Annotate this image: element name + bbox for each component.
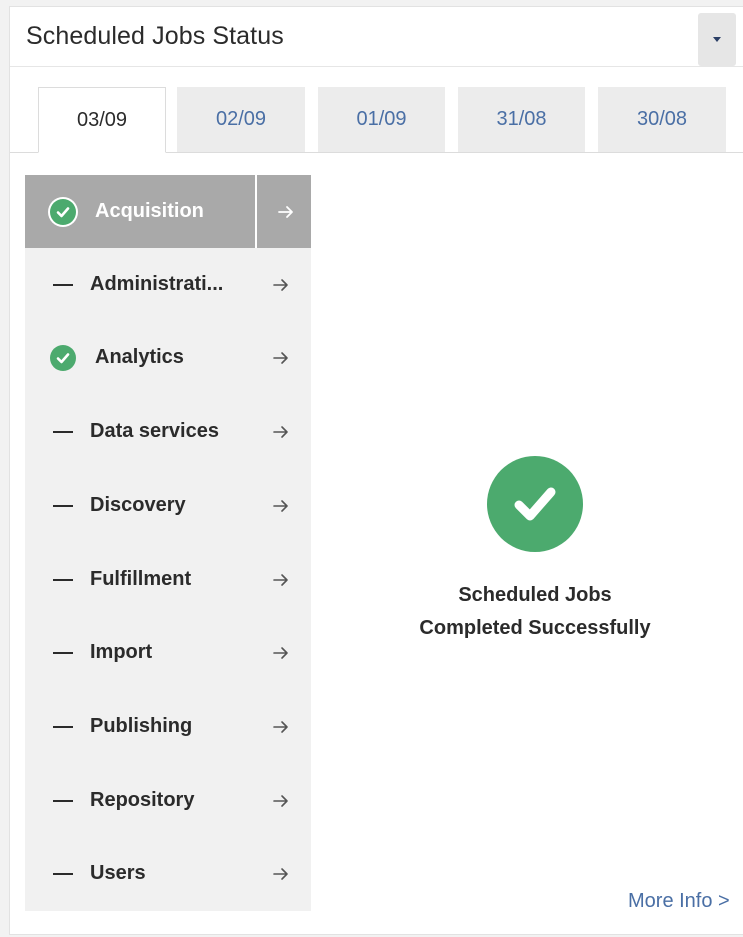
sidebar-item-label: Acquisition	[95, 200, 204, 222]
sidebar-item-administration[interactable]: Administrati...	[25, 248, 311, 321]
arrow-right-icon	[278, 205, 293, 218]
more-info-link[interactable]: More Info >	[628, 890, 730, 913]
status-message: Scheduled Jobs Completed Successfully	[311, 579, 743, 645]
status-none	[49, 492, 77, 520]
status-none	[49, 639, 77, 667]
sidebar-item-fulfillment[interactable]: Fulfillment	[25, 543, 311, 616]
sidebar-item-label: Publishing	[90, 715, 193, 737]
sidebar-item-label: Import	[90, 641, 153, 663]
check-circle-icon	[487, 456, 583, 552]
tab-30-08[interactable]: 30/08	[598, 87, 726, 152]
status-success	[49, 344, 77, 372]
tab-02-09[interactable]: 02/09	[177, 87, 305, 152]
tab-31-08[interactable]: 31/08	[458, 87, 585, 152]
status-message-line1: Scheduled Jobs	[458, 584, 612, 606]
sidebar-item-label: Discovery	[90, 494, 186, 516]
sidebar-item-data-services[interactable]: Data services	[25, 395, 311, 468]
status-none	[49, 271, 77, 299]
status-none	[49, 860, 77, 888]
tab-03-09[interactable]: 03/09	[38, 87, 166, 153]
status-success	[49, 198, 77, 226]
sidebar-item-repository[interactable]: Repository	[25, 764, 311, 837]
arrow-right-icon	[273, 573, 288, 586]
sidebar-item-label: Administrati...	[90, 273, 224, 295]
dash-icon	[53, 651, 73, 654]
arrow-right-icon	[273, 425, 288, 438]
arrow-right-icon	[273, 278, 288, 291]
sidebar-item-users[interactable]: Users	[25, 837, 311, 910]
dash-icon	[53, 872, 73, 875]
dash-icon	[53, 799, 73, 802]
dash-icon	[53, 725, 73, 728]
arrow-right-icon	[273, 867, 288, 880]
sidebar-item-label: Analytics	[95, 346, 184, 368]
sidebar-item-label: Repository	[90, 789, 195, 811]
check-circle-icon	[50, 198, 76, 225]
arrow-right-icon	[273, 499, 288, 512]
status-none	[49, 566, 77, 594]
status-none	[49, 787, 77, 815]
sidebar-item-label: Fulfillment	[90, 568, 192, 590]
status-none	[49, 418, 77, 446]
sidebar-item-label: Data services	[90, 420, 219, 442]
job-category-list: Acquisition Administrati... Analytics Da…	[25, 175, 311, 911]
scheduled-jobs-widget: Scheduled Jobs Status 03/09 02/09 01/09 …	[9, 6, 743, 935]
arrow-right-icon	[273, 720, 288, 733]
arrow-right-icon	[273, 351, 288, 364]
arrow-right-icon	[273, 794, 288, 807]
tab-01-09[interactable]: 01/09	[318, 87, 445, 152]
job-status-panel: Scheduled Jobs Completed Successfully	[311, 153, 743, 913]
widget-menu-button[interactable]	[698, 13, 736, 66]
dash-icon	[53, 504, 73, 507]
sidebar-item-import[interactable]: Import	[25, 616, 311, 689]
widget-title: Scheduled Jobs Status	[26, 22, 284, 50]
sidebar-item-acquisition[interactable]: Acquisition	[25, 175, 311, 248]
sidebar-item-analytics[interactable]: Analytics	[25, 321, 311, 394]
sidebar-item-label: Users	[90, 862, 146, 884]
dash-icon	[53, 283, 73, 286]
status-message-line2: Completed Successfully	[419, 617, 651, 639]
sidebar-item-discovery[interactable]: Discovery	[25, 469, 311, 542]
widget-header: Scheduled Jobs Status	[10, 7, 743, 67]
sidebar-item-publishing[interactable]: Publishing	[25, 690, 311, 763]
status-none	[49, 713, 77, 741]
caret-down-icon	[713, 37, 721, 42]
arrow-right-icon	[273, 646, 288, 659]
date-tabs: 03/09 02/09 01/09 31/08 30/08	[10, 87, 743, 153]
check-circle-icon	[50, 344, 76, 371]
dash-icon	[53, 578, 73, 581]
dash-icon	[53, 430, 73, 433]
